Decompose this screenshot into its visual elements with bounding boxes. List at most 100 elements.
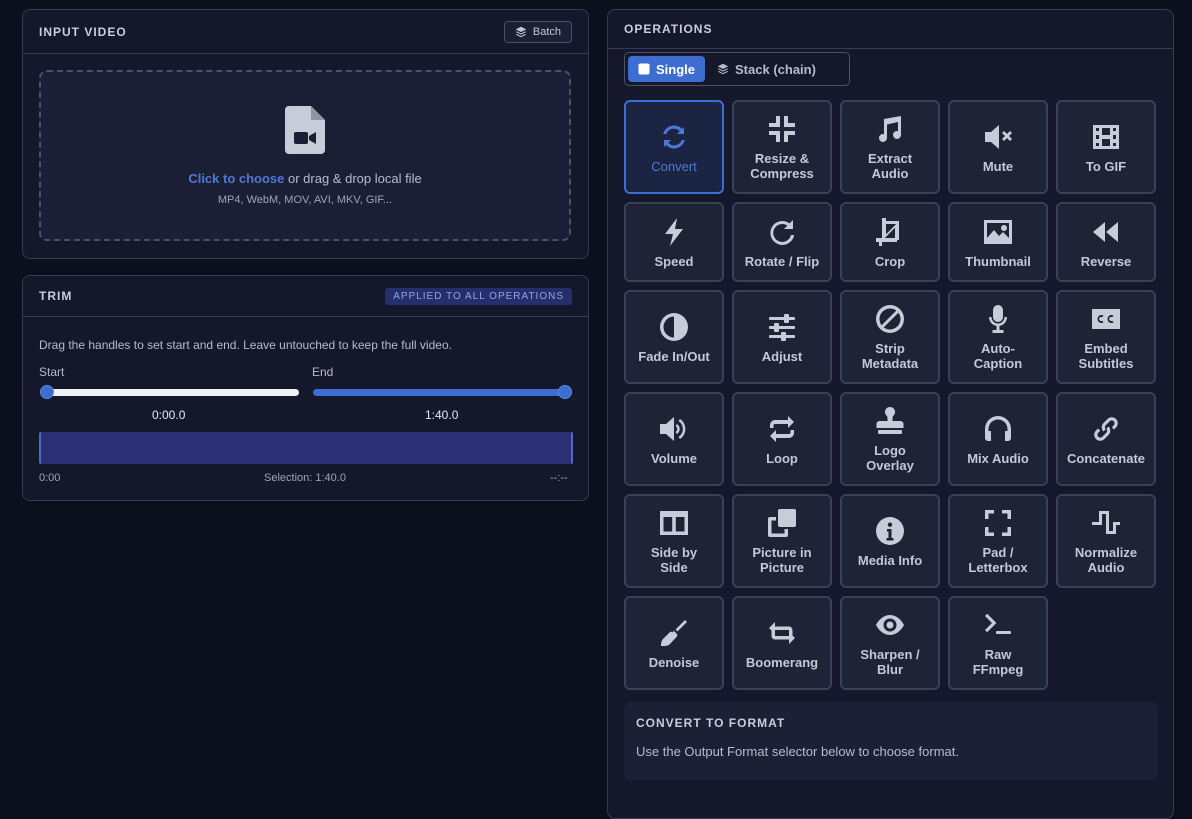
trim-selection-bar[interactable] xyxy=(39,432,573,464)
input-video-header: INPUT VIDEO Batch xyxy=(23,10,588,54)
batch-button[interactable]: Batch xyxy=(503,20,572,43)
op-label: Concatenate xyxy=(1066,450,1146,466)
op-label: Pad / Letterbox xyxy=(968,545,1028,575)
op-label: Strip Metadata xyxy=(861,341,919,371)
op-mix-audio[interactable]: Mix Audio xyxy=(948,392,1048,486)
op-side-by-side[interactable]: Side by Side xyxy=(624,494,724,588)
eye-icon xyxy=(876,615,904,635)
backward-icon xyxy=(1093,221,1118,242)
layers-icon xyxy=(717,63,729,75)
link-icon xyxy=(1094,416,1118,441)
op-label: Crop xyxy=(874,253,906,269)
file-dropzone[interactable]: Click to choose or drag & drop local fil… xyxy=(39,70,571,241)
repeat-icon xyxy=(769,621,795,644)
input-video-panel: INPUT VIDEO Batch Click to choose or dra… xyxy=(22,9,589,259)
op-label: Volume xyxy=(651,450,697,466)
columns-icon xyxy=(660,511,688,535)
op-convert[interactable]: Convert xyxy=(624,100,724,194)
half-circle-icon xyxy=(660,312,688,341)
input-video-title: INPUT VIDEO xyxy=(39,24,127,39)
closed-captioning-icon xyxy=(1092,309,1120,329)
end-label: End xyxy=(312,365,334,379)
op-label: Speed xyxy=(654,253,694,269)
op-volume[interactable]: Volume xyxy=(624,392,724,486)
info-icon xyxy=(876,516,904,545)
operations-panel: OPERATIONS Single Stack (chain) Convert … xyxy=(607,9,1174,819)
op-extract-audio[interactable]: Extract Audio xyxy=(840,100,940,194)
op-label: Resize & Compress xyxy=(750,151,814,181)
op-label: Convert xyxy=(651,158,697,174)
mode-stack-button[interactable]: Stack (chain) xyxy=(707,56,826,82)
op-denoise[interactable]: Denoise xyxy=(624,596,724,690)
rotate-icon xyxy=(770,219,795,245)
expand-icon xyxy=(985,510,1011,536)
convert-format-box: CONVERT TO FORMAT Use the Output Format … xyxy=(624,702,1158,780)
mode-single-button[interactable]: Single xyxy=(628,56,706,82)
batch-label: Batch xyxy=(532,25,561,38)
op-label: Mute xyxy=(982,158,1014,174)
supported-formats: MP4, WebM, MOV, AVI, MKV, GIF... xyxy=(217,193,393,206)
op-label: Embed Subtitles xyxy=(1078,341,1134,371)
loop-icon xyxy=(770,415,794,442)
operations-title: OPERATIONS xyxy=(624,22,713,36)
choose-file-link[interactable]: Click to choose xyxy=(188,171,284,186)
start-slider-handle[interactable] xyxy=(40,385,54,399)
operations-header: OPERATIONS xyxy=(608,10,1173,49)
mode-stack-label: Stack (chain) xyxy=(735,61,816,77)
op-label: Normalize Audio xyxy=(1074,545,1138,575)
op-crop[interactable]: Crop xyxy=(840,202,940,282)
op-reverse[interactable]: Reverse xyxy=(1056,202,1156,282)
op-resize-compress[interactable]: Resize & Compress xyxy=(732,100,832,194)
op-label: Picture in Picture xyxy=(752,545,812,575)
op-fade[interactable]: Fade In/Out xyxy=(624,290,724,384)
wave-square-icon xyxy=(1092,511,1120,534)
op-loop[interactable]: Loop xyxy=(732,392,832,486)
convert-format-desc: Use the Output Format selector below to … xyxy=(636,744,959,759)
op-to-gif[interactable]: To GIF xyxy=(1056,100,1156,194)
op-label: Extract Audio xyxy=(867,151,913,181)
film-icon xyxy=(1093,124,1119,149)
op-label: Thumbnail xyxy=(965,253,1031,269)
microphone-icon xyxy=(988,305,1008,333)
op-speed[interactable]: Speed xyxy=(624,202,724,282)
op-label: To GIF xyxy=(1085,158,1127,174)
op-picture-in-picture[interactable]: Picture in Picture xyxy=(732,494,832,588)
op-normalize-audio[interactable]: Normalize Audio xyxy=(1056,494,1156,588)
start-slider-track[interactable] xyxy=(45,389,299,396)
end-slider-track[interactable] xyxy=(313,389,565,396)
start-time-value: 0:00.0 xyxy=(152,408,186,422)
volume-mute-icon xyxy=(985,124,1012,149)
op-boomerang[interactable]: Boomerang xyxy=(732,596,832,690)
op-thumbnail[interactable]: Thumbnail xyxy=(948,202,1048,282)
dropzone-text: Click to choose or drag & drop local fil… xyxy=(188,171,421,186)
op-label: Logo Overlay xyxy=(866,443,914,473)
op-label: Denoise xyxy=(648,654,700,670)
op-embed-subtitles[interactable]: Embed Subtitles xyxy=(1056,290,1156,384)
op-auto-caption[interactable]: Auto- Caption xyxy=(948,290,1048,384)
bolt-icon xyxy=(665,217,683,246)
op-raw-ffmpeg[interactable]: Raw FFmpeg xyxy=(948,596,1048,690)
timeline-start: 0:00 xyxy=(39,472,61,484)
mode-toggle: Single Stack (chain) xyxy=(624,52,850,86)
op-adjust[interactable]: Adjust xyxy=(732,290,832,384)
op-media-info[interactable]: Media Info xyxy=(840,494,940,588)
op-label: Loop xyxy=(766,450,798,466)
op-logo-overlay[interactable]: Logo Overlay xyxy=(840,392,940,486)
op-pad-letterbox[interactable]: Pad / Letterbox xyxy=(948,494,1048,588)
op-sharpen-blur[interactable]: Sharpen / Blur xyxy=(840,596,940,690)
drop-hint: or drag & drop local file xyxy=(284,170,422,186)
trim-header: TRIM APPLIED TO ALL OPERATIONS xyxy=(23,276,588,317)
op-label: Raw FFmpeg xyxy=(972,647,1024,677)
ban-icon xyxy=(876,305,904,333)
op-concatenate[interactable]: Concatenate xyxy=(1056,392,1156,486)
compress-icon xyxy=(769,116,795,142)
operations-grid: Convert Resize & Compress Extract Audio … xyxy=(624,100,1156,690)
mode-single-label: Single xyxy=(656,61,696,77)
op-strip-metadata[interactable]: Strip Metadata xyxy=(840,290,940,384)
op-mute[interactable]: Mute xyxy=(948,100,1048,194)
image-icon xyxy=(984,219,1012,244)
end-slider-handle[interactable] xyxy=(558,385,572,399)
op-rotate-flip[interactable]: Rotate / Flip xyxy=(732,202,832,282)
trim-panel: TRIM APPLIED TO ALL OPERATIONS Drag the … xyxy=(22,275,589,501)
clone-icon xyxy=(768,509,796,537)
